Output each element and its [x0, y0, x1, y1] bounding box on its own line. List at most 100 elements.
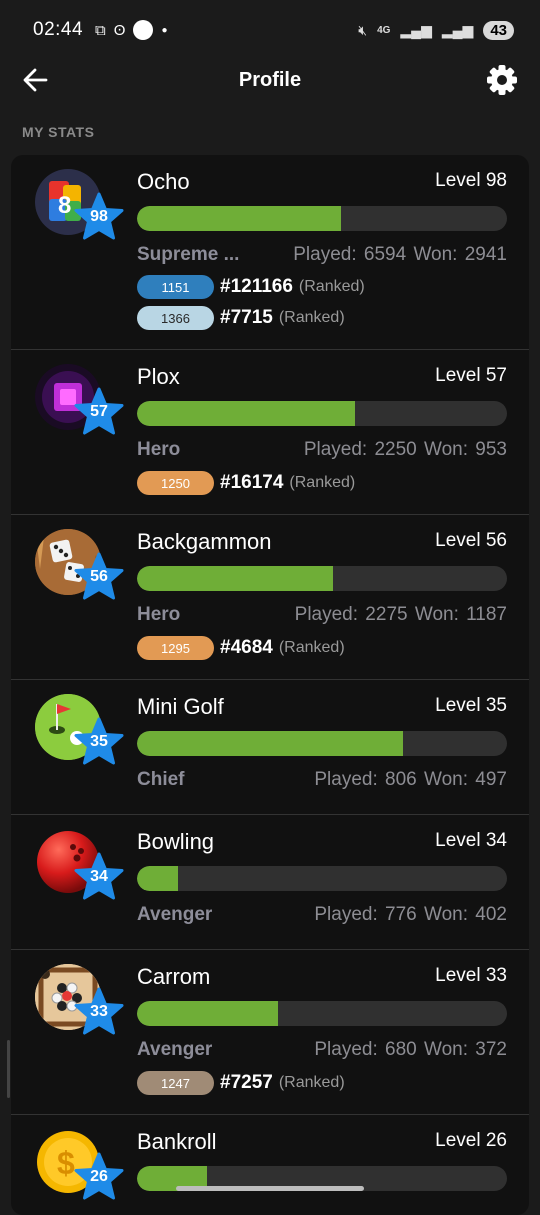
rank-title: Avenger — [137, 1039, 213, 1060]
level-star-badge: 56 — [73, 552, 125, 604]
ranked-line: 1250 #16174 (Ranked) — [137, 471, 355, 495]
ranked-line: 1366 #7715 (Ranked) — [137, 306, 345, 330]
svg-text:8: 8 — [58, 192, 71, 219]
level-progress-bar — [137, 1001, 507, 1026]
signal-icon: ▂▄▆ — [400, 21, 432, 38]
game-name: Backgammon — [137, 529, 272, 554]
level-star-number: 35 — [90, 733, 108, 750]
level-star-number: 57 — [90, 403, 108, 420]
level-star-badge: 26 — [73, 1152, 125, 1204]
status-time: 02:44 — [33, 19, 84, 40]
signal-icon-2: ▂▄▆ — [441, 21, 474, 38]
ranked-tag: (Ranked) — [278, 309, 345, 326]
played-won-stats: Played: 776 Won: 402 — [314, 904, 507, 925]
rank-title: Chief — [137, 769, 185, 790]
game-level: Level 26 — [435, 1130, 507, 1151]
game-name: Bowling — [137, 829, 215, 854]
elo-pill: 1250 — [137, 471, 214, 495]
level-progress-bar — [137, 566, 507, 591]
game-row-backgammon[interactable]: 56 Backgammon Level 56 Hero Played: 2275… — [11, 515, 529, 680]
played-won-stats: Played: 806 Won: 497 — [314, 769, 507, 790]
progress-fill — [137, 401, 356, 426]
battery-level: 43 — [483, 20, 514, 40]
page-title: Profile — [238, 68, 302, 91]
game-row-plox[interactable]: 57 Plox Level 57 Hero Played: 2250 Won: … — [11, 350, 529, 515]
elo-pill: 1151 — [137, 275, 214, 299]
ear-icon: ʘ — [113, 21, 126, 39]
stats-card: 8 98 Ocho Level 98 Supreme ... Played: 6… — [11, 155, 529, 1215]
ranked-tag: (Ranked) — [298, 278, 365, 295]
ranked-line: 1295 #4684 (Ranked) — [137, 636, 345, 660]
played-won-stats: Played: 6594 Won: 2941 — [293, 244, 507, 265]
status-bar: 02:44 ⧉ ʘ 19 ● 🔇︎ 4G ▂▄▆ ▂▄▆ 43 — [0, 0, 540, 60]
rank-number: #16174 — [220, 472, 284, 493]
rank-number: #121166 — [220, 276, 293, 297]
elo-pill: 1247 — [137, 1071, 214, 1095]
game-row-mini-golf[interactable]: 35 Mini Golf Level 35 Chief Played: 806 … — [11, 680, 529, 815]
played-won-stats: Played: 2275 Won: 1187 — [294, 604, 507, 625]
game-level: Level 34 — [435, 830, 507, 851]
progress-fill — [137, 866, 178, 891]
rank-number: #7715 — [220, 307, 273, 328]
level-progress-bar — [137, 206, 507, 231]
progress-fill — [137, 1001, 278, 1026]
ranked-tag: (Ranked) — [289, 474, 356, 491]
level-star-number: 34 — [90, 868, 108, 885]
game-name: Plox — [137, 364, 180, 389]
level-star-badge: 34 — [73, 852, 125, 904]
level-progress-bar — [137, 401, 507, 426]
level-star-badge: 35 — [73, 717, 125, 769]
notification-count-badge: 19 — [133, 20, 154, 40]
game-row-bankroll[interactable]: $ 26 Bankroll Level 26 — [11, 1115, 529, 1215]
game-name: Ocho — [137, 169, 190, 194]
level-star-badge: 33 — [73, 987, 125, 1039]
ranked-line: 1247 #7257 (Ranked) — [137, 1071, 345, 1095]
game-name: Mini Golf — [137, 694, 224, 719]
app-bar: Profile — [0, 52, 540, 108]
game-row-carrom[interactable]: 33 Carrom Level 33 Avenger Played: 680 W… — [11, 950, 529, 1115]
level-star-badge: 98 — [73, 192, 125, 244]
rank-title: Supreme ... — [137, 244, 240, 265]
rank-title: Avenger — [137, 904, 213, 925]
gear-icon — [487, 65, 517, 95]
section-label: MY STATS — [22, 124, 95, 140]
game-level: Level 33 — [435, 965, 507, 986]
game-row-ocho[interactable]: 8 98 Ocho Level 98 Supreme ... Played: 6… — [11, 155, 529, 350]
level-progress-bar — [137, 731, 507, 756]
rank-number: #7257 — [220, 1072, 273, 1093]
elo-pill: 1366 — [137, 306, 214, 330]
status-notifications: ⧉ ʘ 19 ● — [95, 20, 167, 40]
game-level: Level 57 — [435, 365, 507, 386]
game-name: Bankroll — [137, 1129, 217, 1154]
status-right-group: 🔇︎ 4G ▂▄▆ ▂▄▆ 43 — [358, 20, 514, 40]
scrollbar[interactable] — [7, 1040, 10, 1098]
rank-number: #4684 — [220, 637, 273, 658]
level-star-number: 98 — [90, 208, 108, 225]
level-star-number: 33 — [90, 1003, 108, 1020]
elo-pill: 1295 — [137, 636, 214, 660]
ranked-tag: (Ranked) — [278, 1074, 345, 1091]
level-star-number: 56 — [90, 568, 108, 585]
back-arrow-icon — [23, 68, 48, 92]
game-row-bowling[interactable]: 34 Bowling Level 34 Avenger Played: 776 … — [11, 815, 529, 950]
played-won-stats: Played: 680 Won: 372 — [314, 1039, 507, 1060]
game-level: Level 98 — [435, 170, 507, 191]
game-name: Carrom — [137, 964, 211, 989]
mute-icon: 🔇︎ — [358, 21, 368, 38]
progress-fill — [137, 206, 341, 231]
gesture-nav-handle[interactable] — [176, 1186, 364, 1191]
back-button[interactable] — [18, 62, 54, 98]
played-won-stats: Played: 2250 Won: 953 — [303, 439, 507, 460]
level-star-badge: 57 — [73, 387, 125, 439]
settings-button[interactable] — [484, 62, 520, 98]
screenshot-icon: ⧉ — [95, 21, 106, 39]
network-label: 4G — [377, 24, 391, 36]
rank-title: Hero — [137, 604, 181, 625]
rank-title: Hero — [137, 439, 181, 460]
ranked-tag: (Ranked) — [278, 639, 345, 656]
progress-fill — [137, 566, 334, 591]
level-star-number: 26 — [90, 1168, 108, 1185]
progress-fill — [137, 731, 404, 756]
game-level: Level 56 — [435, 530, 507, 551]
game-level: Level 35 — [435, 695, 507, 716]
